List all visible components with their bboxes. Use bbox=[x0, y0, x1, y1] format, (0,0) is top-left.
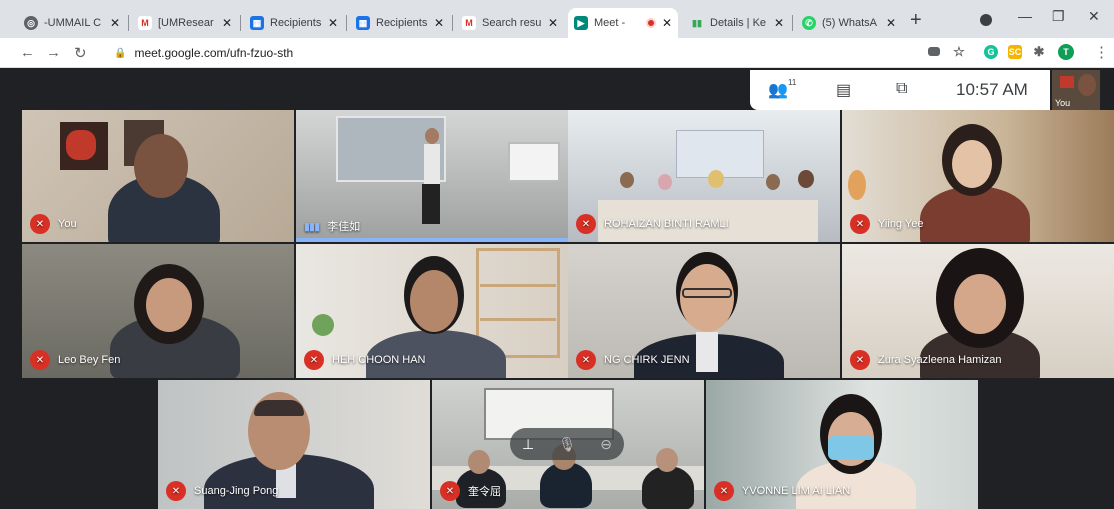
tab-title: Recipients | bbox=[270, 17, 322, 29]
participant-tile[interactable]: ✕ YVONNE LIM AI LIAN bbox=[706, 380, 978, 509]
participant-name: ✕ 奎令屈 bbox=[440, 481, 501, 501]
close-icon[interactable]: ✕ bbox=[662, 16, 672, 30]
ummail-icon: ◎ bbox=[24, 16, 38, 30]
star-icon[interactable]: ☆ bbox=[952, 44, 966, 59]
details-icon: ▮▮ bbox=[690, 16, 704, 30]
participant-name: ✕ HEH CHOON HAN bbox=[304, 350, 426, 370]
grammarly-icon[interactable]: G bbox=[984, 45, 998, 59]
address-bar[interactable]: 🔒 meet.google.com/ufn-fzuo-sth bbox=[100, 41, 920, 65]
participant-tile[interactable]: ✕ Leo Bey Fen bbox=[22, 244, 294, 378]
activities-icon[interactable]: ⧉ bbox=[896, 80, 907, 98]
participant-name: ✕ Zura Syazleena Hamizan bbox=[850, 350, 1002, 370]
close-icon[interactable]: ✕ bbox=[222, 16, 232, 30]
tab-details[interactable]: ▮▮ Details | Ke ✕ bbox=[684, 8, 790, 38]
camera-icon[interactable] bbox=[928, 47, 940, 56]
participant-tile[interactable]: ✕ HEH CHOON HAN bbox=[296, 244, 568, 378]
avatar[interactable]: T bbox=[1058, 44, 1074, 60]
participant-tile[interactable]: ✕ You bbox=[22, 110, 294, 242]
people-count: 11 bbox=[788, 78, 797, 87]
meeting-clock: 10:57 AM bbox=[956, 80, 1028, 99]
pin-icon[interactable]: ⊥ bbox=[522, 436, 534, 453]
tab-title: -UMMAIL C bbox=[44, 17, 102, 29]
tab-strip: ◎ -UMMAIL C ✕ M [UMResear ✕ ▦ Recipients… bbox=[0, 0, 1114, 38]
extension-sc-icon[interactable]: SC bbox=[1008, 45, 1022, 59]
maximize-button[interactable]: ❐ bbox=[1052, 8, 1065, 25]
recipients-icon: ▦ bbox=[356, 16, 370, 30]
people-icon[interactable]: 👥 bbox=[768, 80, 788, 100]
meet-icon: ▶ bbox=[574, 16, 588, 30]
minimize-button[interactable]: — bbox=[1018, 8, 1032, 24]
speaking-indicator-icon: ▮▮▮ bbox=[304, 220, 320, 233]
chat-icon[interactable]: ▤ bbox=[836, 80, 851, 100]
close-icon[interactable]: ✕ bbox=[886, 16, 896, 30]
back-icon[interactable]: ← bbox=[20, 44, 35, 61]
participant-tile[interactable]: ✕ Suang-Jing Pong bbox=[158, 380, 430, 509]
participant-name: ✕ NG CHIRK JENN bbox=[576, 350, 690, 370]
tab-recipients-2[interactable]: ▦ Recipients | ✕ bbox=[350, 8, 450, 38]
tab-ummail[interactable]: ◎ -UMMAIL C ✕ bbox=[18, 8, 126, 38]
lock-icon: 🔒 bbox=[114, 47, 127, 59]
new-tab-button[interactable]: + bbox=[910, 9, 922, 32]
participant-tile[interactable]: ▮▮▮ 李佳如 bbox=[296, 110, 568, 242]
mic-off-icon: ✕ bbox=[166, 481, 186, 501]
profile-menu-icon[interactable] bbox=[980, 14, 992, 26]
mic-off-icon: ✕ bbox=[304, 350, 324, 370]
tab-title: Meet - bbox=[594, 17, 626, 29]
participant-name: ✕ Leo Bey Fen bbox=[30, 350, 120, 370]
participant-name: ✕ ROHAIZAN BINTI RAMLI bbox=[576, 214, 729, 234]
active-speaker-bar bbox=[296, 238, 568, 242]
tile-hover-controls: ⊥ 🎙 ⊖ bbox=[510, 428, 624, 460]
mic-off-icon: ✕ bbox=[850, 350, 870, 370]
self-label: You bbox=[1055, 98, 1071, 108]
remove-icon[interactable]: ⊖ bbox=[600, 436, 612, 453]
close-icon[interactable]: ✕ bbox=[110, 16, 120, 30]
participant-tile[interactable]: ✕ NG CHIRK JENN bbox=[568, 244, 840, 378]
recording-icon bbox=[645, 18, 656, 28]
close-icon[interactable]: ✕ bbox=[328, 16, 338, 30]
mic-off-icon: ✕ bbox=[850, 214, 870, 234]
participant-name: ▮▮▮ 李佳如 bbox=[304, 220, 361, 234]
participant-name: ✕ Yiing Yee bbox=[850, 214, 923, 234]
tab-title: (5) WhatsA bbox=[822, 17, 878, 29]
tab-title: Search resu bbox=[482, 17, 542, 29]
tab-title: Details | Ke bbox=[710, 17, 767, 29]
participant-name: ✕ Suang-Jing Pong bbox=[166, 481, 278, 501]
participant-tile[interactable]: ✕ Zura Syazleena Hamizan bbox=[842, 244, 1114, 378]
recipients-icon: ▦ bbox=[250, 16, 264, 30]
mic-off-icon: ✕ bbox=[30, 214, 50, 234]
participant-name: ✕ You bbox=[30, 214, 77, 234]
tab-umresearch[interactable]: M [UMResear ✕ bbox=[132, 8, 238, 38]
tab-meet[interactable]: ▶ Meet - ✕ bbox=[568, 8, 678, 38]
mute-icon[interactable]: 🎙 bbox=[558, 436, 576, 453]
close-icon[interactable]: ✕ bbox=[548, 16, 558, 30]
mic-off-icon: ✕ bbox=[714, 481, 734, 501]
more-menu-icon[interactable]: ⋮ bbox=[1094, 43, 1109, 61]
close-icon[interactable]: ✕ bbox=[774, 16, 784, 30]
gmail-icon: M bbox=[138, 16, 152, 30]
participant-tile[interactable]: ✕ Yiing Yee bbox=[842, 110, 1114, 242]
participant-name: ✕ YVONNE LIM AI LIAN bbox=[714, 481, 850, 501]
tab-recipients-1[interactable]: ▦ Recipients | ✕ bbox=[244, 8, 344, 38]
puzzle-icon[interactable]: ✱ bbox=[1032, 44, 1046, 59]
browser-toolbar: ← → ↻ 🔒 meet.google.com/ufn-fzuo-sth ☆ G… bbox=[0, 38, 1114, 68]
mic-off-icon: ✕ bbox=[576, 350, 596, 370]
tab-search-results[interactable]: M Search resu ✕ bbox=[456, 8, 564, 38]
url-text: meet.google.com/ufn-fzuo-sth bbox=[134, 46, 294, 60]
forward-icon[interactable]: → bbox=[46, 44, 61, 61]
mic-off-icon: ✕ bbox=[30, 350, 50, 370]
close-window-button[interactable]: ✕ bbox=[1088, 8, 1100, 25]
tab-title: Recipients | bbox=[376, 17, 428, 29]
tab-title: [UMResear bbox=[158, 17, 214, 29]
close-icon[interactable]: ✕ bbox=[434, 16, 444, 30]
reload-icon[interactable]: ↻ bbox=[74, 44, 87, 62]
self-view-thumbnail[interactable]: You bbox=[1052, 70, 1100, 110]
tab-whatsapp[interactable]: ✆ (5) WhatsA ✕ bbox=[796, 8, 902, 38]
gmail-icon: M bbox=[462, 16, 476, 30]
meeting-info-panel: 👥 11 ▤ ⧉ 10:57 AM bbox=[750, 70, 1050, 110]
mic-off-icon: ✕ bbox=[576, 214, 596, 234]
whatsapp-icon: ✆ bbox=[802, 16, 816, 30]
participant-tile[interactable]: ✕ ROHAIZAN BINTI RAMLI bbox=[568, 110, 840, 242]
mic-off-icon: ✕ bbox=[440, 481, 460, 501]
